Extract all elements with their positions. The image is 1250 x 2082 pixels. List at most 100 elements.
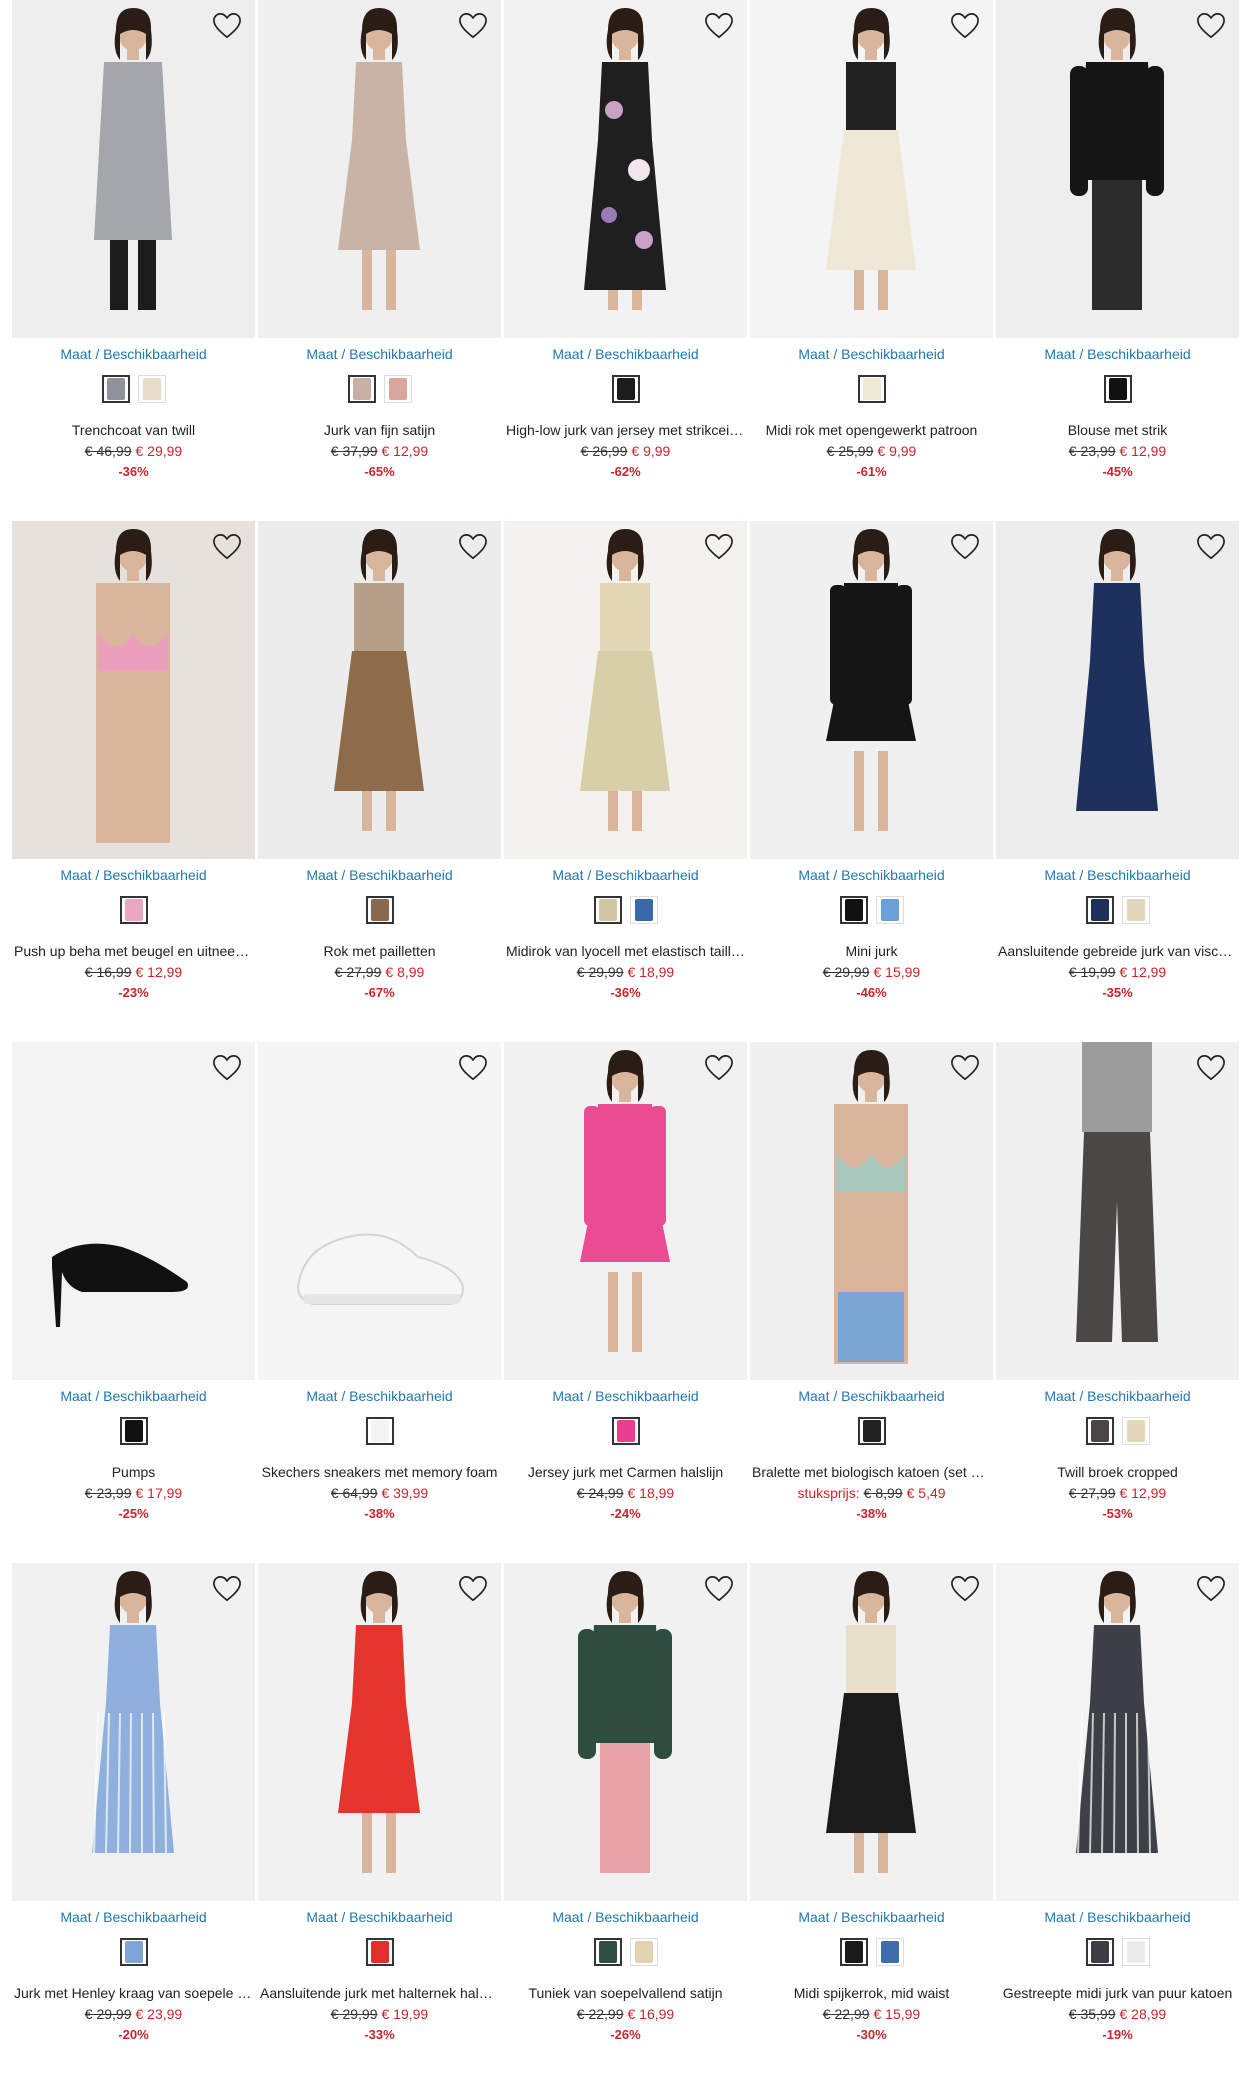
size-availability-link[interactable]: Maat / Beschikbaarheid — [504, 1388, 747, 1404]
color-swatch[interactable] — [1121, 1417, 1150, 1445]
color-swatch[interactable] — [629, 1938, 658, 1966]
color-swatch[interactable] — [1085, 896, 1114, 924]
product-image[interactable] — [258, 1563, 501, 1901]
color-swatch[interactable] — [1103, 375, 1132, 403]
product-card[interactable]: Maat / Beschikbaarheid Aansluitende jurk … — [258, 1563, 501, 2073]
product-title[interactable]: Tuniek van soepelvallend satijn — [504, 1985, 747, 2001]
product-card[interactable]: Maat / Beschikbaarheid Jurk van fijn sati… — [258, 0, 501, 510]
size-availability-link[interactable]: Maat / Beschikbaarheid — [12, 346, 255, 362]
size-availability-link[interactable]: Maat / Beschikbaarheid — [750, 1388, 993, 1404]
color-swatch[interactable] — [857, 1417, 886, 1445]
product-image[interactable] — [750, 1042, 993, 1380]
color-swatch[interactable] — [365, 1938, 394, 1966]
favorite-heart-icon[interactable] — [211, 1573, 243, 1605]
favorite-heart-icon[interactable] — [1195, 1052, 1227, 1084]
product-image[interactable] — [996, 521, 1239, 859]
favorite-heart-icon[interactable] — [703, 1052, 735, 1084]
product-card[interactable]: Maat / Beschikbaarheid Mini jurk € 29,99 € … — [750, 521, 993, 1031]
color-swatch[interactable] — [365, 1417, 394, 1445]
product-image[interactable] — [258, 1042, 501, 1380]
product-image[interactable] — [504, 521, 747, 859]
size-availability-link[interactable]: Maat / Beschikbaarheid — [504, 867, 747, 883]
color-swatch[interactable] — [119, 896, 148, 924]
product-card[interactable]: Maat / Beschikbaarheid Bralette met biolo… — [750, 1042, 993, 1552]
product-card[interactable]: Maat / Beschikbaarheid Rok met pailletten… — [258, 521, 501, 1031]
product-image[interactable] — [504, 1563, 747, 1901]
product-card[interactable]: Maat / Beschikbaarheid Midi rok met openg… — [750, 0, 993, 510]
product-image[interactable] — [258, 0, 501, 338]
product-title[interactable]: Mini jurk — [750, 943, 993, 959]
product-title[interactable]: Jurk van fijn satijn — [258, 422, 501, 438]
product-title[interactable]: Blouse met strik — [996, 422, 1239, 438]
color-swatch[interactable] — [1085, 1938, 1114, 1966]
size-availability-link[interactable]: Maat / Beschikbaarheid — [996, 1909, 1239, 1925]
product-title[interactable]: Aansluitende gebreide jurk van viscose — [996, 943, 1239, 959]
product-title[interactable]: Aansluitende jurk met halternek halslijn — [258, 1985, 501, 2001]
favorite-heart-icon[interactable] — [949, 10, 981, 42]
favorite-heart-icon[interactable] — [1195, 10, 1227, 42]
color-swatch[interactable] — [593, 1938, 622, 1966]
product-card[interactable]: Maat / Beschikbaarheid Aansluitende gebre… — [996, 521, 1239, 1031]
product-image[interactable] — [12, 0, 255, 338]
product-card[interactable]: Maat / Beschikbaarheid Gestreepte midi ju… — [996, 1563, 1239, 2073]
size-availability-link[interactable]: Maat / Beschikbaarheid — [12, 1388, 255, 1404]
size-availability-link[interactable]: Maat / Beschikbaarheid — [258, 1388, 501, 1404]
product-card[interactable]: Maat / Beschikbaarheid Pumps € 23,99 € 17,9… — [12, 1042, 255, 1552]
favorite-heart-icon[interactable] — [1195, 531, 1227, 563]
product-title[interactable]: Midi rok met opengewerkt patroon — [750, 422, 993, 438]
color-swatch[interactable] — [1121, 1938, 1150, 1966]
product-title[interactable]: Skechers sneakers met memory foam — [258, 1464, 501, 1480]
product-card[interactable]: Maat / Beschikbaarheid Midi spijkerrok, m… — [750, 1563, 993, 2073]
product-title[interactable]: High-low jurk van jersey met strikceintu… — [504, 422, 747, 438]
product-image[interactable] — [996, 1042, 1239, 1380]
product-image[interactable] — [258, 521, 501, 859]
size-availability-link[interactable]: Maat / Beschikbaarheid — [258, 346, 501, 362]
size-availability-link[interactable]: Maat / Beschikbaarheid — [12, 1909, 255, 1925]
color-swatch[interactable] — [1121, 896, 1150, 924]
product-image[interactable] — [504, 1042, 747, 1380]
favorite-heart-icon[interactable] — [457, 10, 489, 42]
product-card[interactable]: Maat / Beschikbaarheid Blouse met strik € … — [996, 0, 1239, 510]
size-availability-link[interactable]: Maat / Beschikbaarheid — [996, 1388, 1239, 1404]
size-availability-link[interactable]: Maat / Beschikbaarheid — [12, 867, 255, 883]
color-swatch[interactable] — [875, 1938, 904, 1966]
favorite-heart-icon[interactable] — [457, 531, 489, 563]
size-availability-link[interactable]: Maat / Beschikbaarheid — [504, 346, 747, 362]
product-image[interactable] — [12, 1042, 255, 1380]
product-card[interactable]: Maat / Beschikbaarheid Jurk met Henley kr… — [12, 1563, 255, 2073]
color-swatch[interactable] — [101, 375, 130, 403]
product-image[interactable] — [996, 1563, 1239, 1901]
favorite-heart-icon[interactable] — [949, 1052, 981, 1084]
product-title[interactable]: Jersey jurk met Carmen halslijn — [504, 1464, 747, 1480]
color-swatch[interactable] — [365, 896, 394, 924]
product-image[interactable] — [12, 521, 255, 859]
product-card[interactable]: Maat / Beschikbaarheid Jersey jurk met Ca… — [504, 1042, 747, 1552]
product-card[interactable]: Maat / Beschikbaarheid Skechers sneakers … — [258, 1042, 501, 1552]
product-title[interactable]: Rok met pailletten — [258, 943, 501, 959]
product-card[interactable]: Maat / Beschikbaarheid Midirok van lyocel… — [504, 521, 747, 1031]
color-swatch[interactable] — [839, 896, 868, 924]
product-card[interactable]: Maat / Beschikbaarheid Trenchcoat van twi… — [12, 0, 255, 510]
product-title[interactable]: Trenchcoat van twill — [12, 422, 255, 438]
favorite-heart-icon[interactable] — [457, 1573, 489, 1605]
product-title[interactable]: Push up beha met beugel en uitneembare p… — [12, 943, 255, 959]
product-card[interactable]: Maat / Beschikbaarheid High-low jurk van … — [504, 0, 747, 510]
size-availability-link[interactable]: Maat / Beschikbaarheid — [750, 867, 993, 883]
favorite-heart-icon[interactable] — [703, 10, 735, 42]
product-card[interactable]: Maat / Beschikbaarheid Twill broek croppe… — [996, 1042, 1239, 1552]
product-image[interactable] — [504, 0, 747, 338]
color-swatch[interactable] — [119, 1417, 148, 1445]
favorite-heart-icon[interactable] — [211, 531, 243, 563]
favorite-heart-icon[interactable] — [703, 531, 735, 563]
color-swatch[interactable] — [839, 1938, 868, 1966]
favorite-heart-icon[interactable] — [703, 1573, 735, 1605]
product-image[interactable] — [12, 1563, 255, 1901]
product-title[interactable]: Gestreepte midi jurk van puur katoen — [996, 1985, 1239, 2001]
favorite-heart-icon[interactable] — [211, 1052, 243, 1084]
product-image[interactable] — [750, 1563, 993, 1901]
color-swatch[interactable] — [611, 1417, 640, 1445]
product-card[interactable]: Maat / Beschikbaarheid Tuniek van soepelv… — [504, 1563, 747, 2073]
color-swatch[interactable] — [137, 375, 166, 403]
size-availability-link[interactable]: Maat / Beschikbaarheid — [750, 346, 993, 362]
product-title[interactable]: Midirok van lyocell met elastisch taille… — [504, 943, 747, 959]
